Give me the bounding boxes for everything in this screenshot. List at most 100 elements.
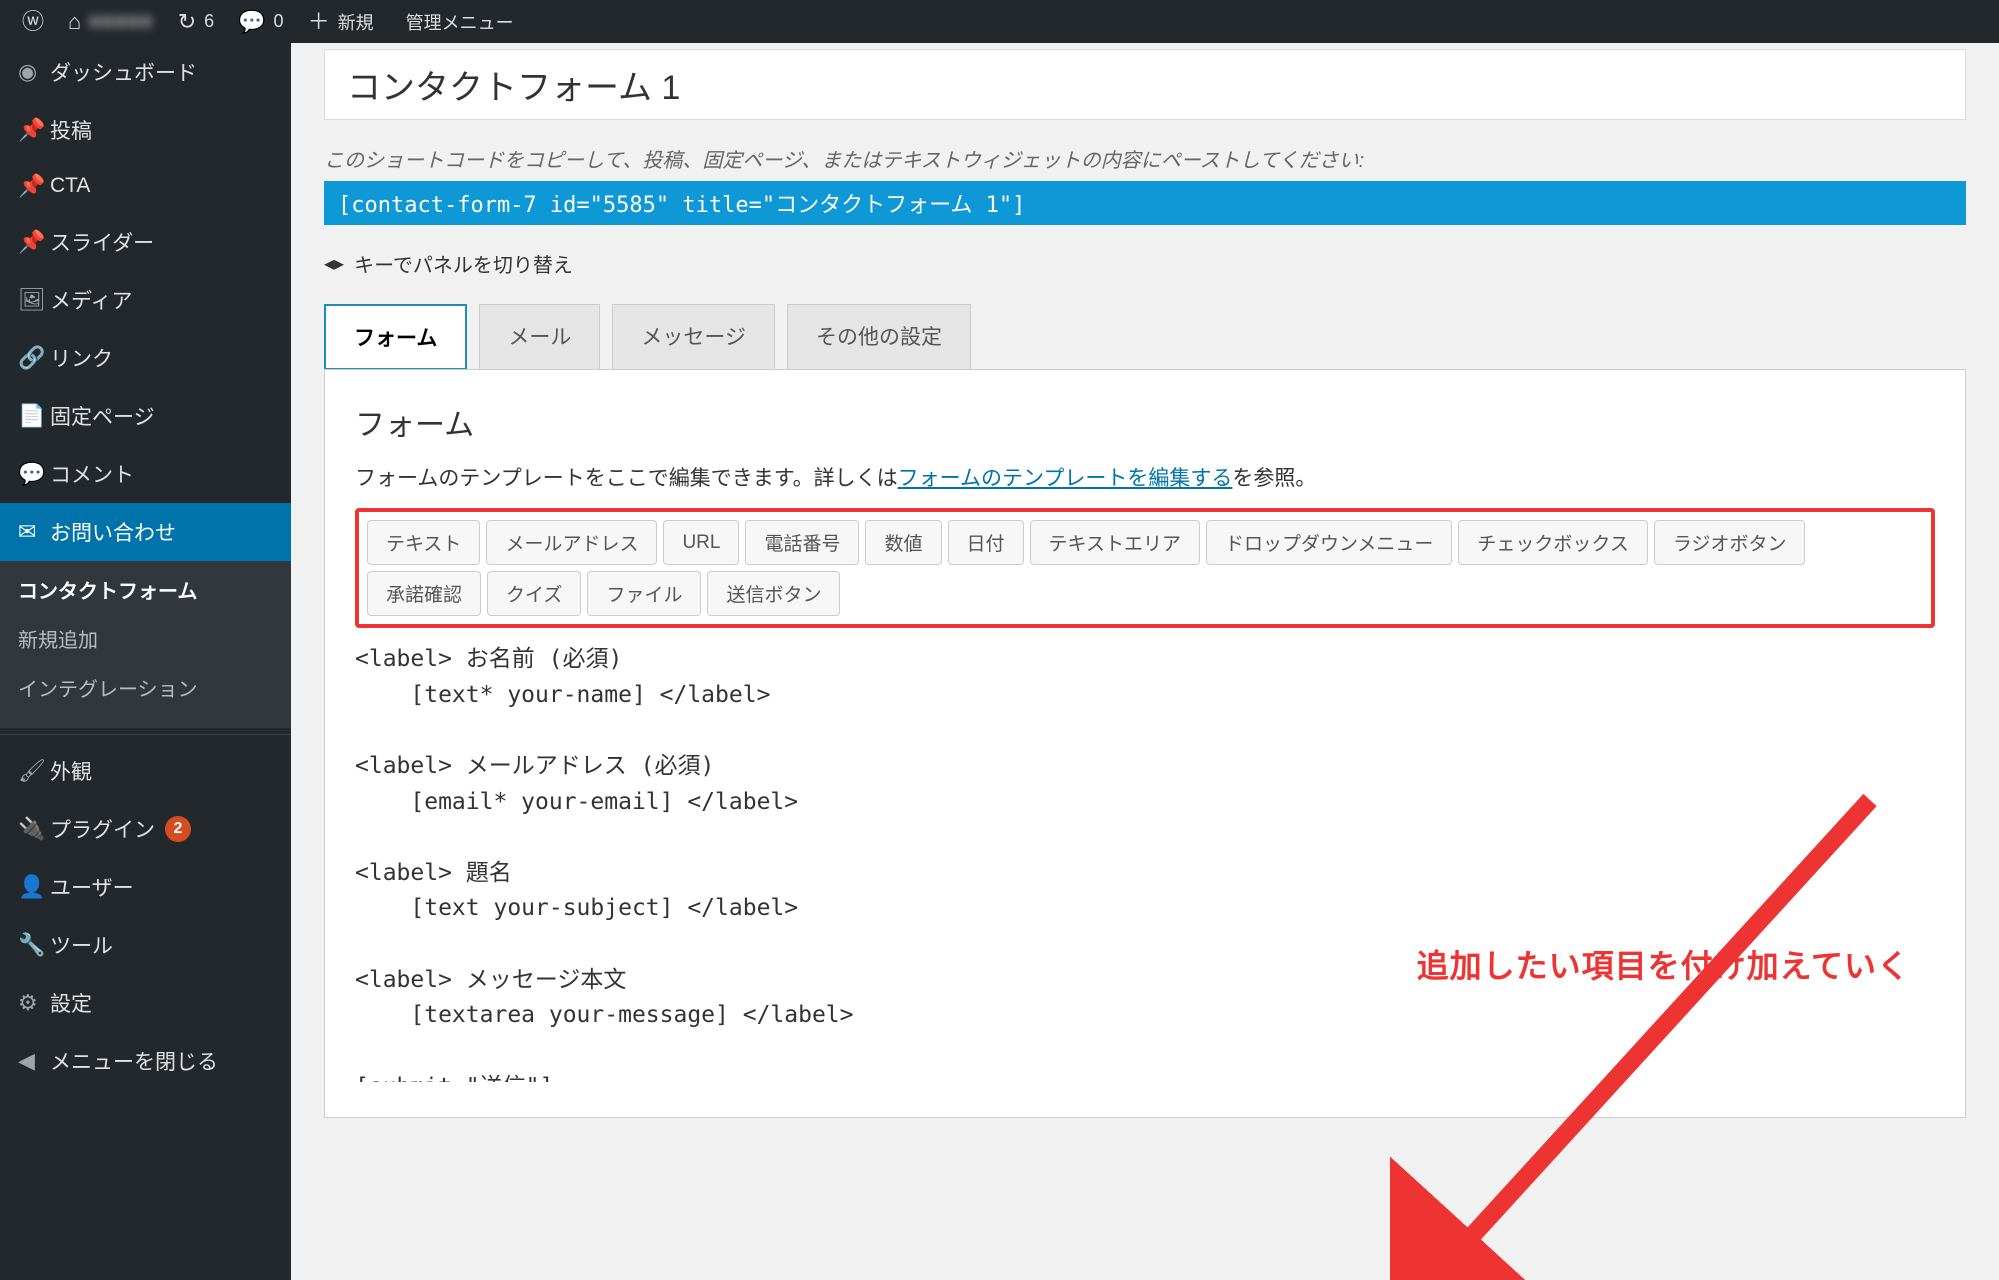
tag-button[interactable]: ラジオボタン [1654,520,1806,565]
sidebar-item-tool[interactable]: 🔧ツール [0,916,291,974]
sidebar-item-label: スライダー [50,227,154,257]
refresh-icon: ↻ [178,11,196,33]
shortcode-hint: このショートコードをコピーして、投稿、固定ページ、またはテキストウィジェットの内… [324,144,1966,173]
sidebar-item-label: 投稿 [50,115,92,145]
sidebar-item-pin[interactable]: 📌CTA [0,159,291,213]
tag-button[interactable]: URL [663,520,739,565]
home-icon: ⌂ [68,11,81,33]
tag-button[interactable]: 電話番号 [745,520,859,565]
admin-sidebar: ◉ダッシュボード📌投稿📌CTA📌スライダー🖼メディア🔗リンク📄固定ページ💬コメン… [0,43,291,1280]
sidebar-item-label: お問い合わせ [50,517,176,547]
site-home[interactable]: ⌂ ■■■■■ [56,0,166,43]
tab-0[interactable]: フォーム [324,304,467,370]
sidebar-item-label: ツール [50,930,113,960]
tag-button[interactable]: クイズ [487,571,581,616]
tag-button[interactable]: 数値 [865,520,941,565]
tag-button[interactable]: チェックボックス [1458,520,1647,565]
site-name-blurred: ■■■■■ [89,11,153,32]
sidebar-item-media[interactable]: 🖼メディア [0,271,291,329]
tag-button[interactable]: 送信ボタン [707,571,840,616]
tag-generator-box: テキストメールアドレスURL電話番号数値日付テキストエリアドロップダウンメニュー… [355,508,1935,628]
form-title-box: コンタクトフォーム 1 [324,49,1966,120]
new-content[interactable]: ＋ 新規 [296,0,386,43]
tool-icon: 🔧 [18,932,50,958]
page-title: コンタクトフォーム 1 [347,60,1943,109]
sidebar-item-label: ダッシュボード [50,57,197,87]
comment-icon: 💬 [238,11,265,33]
tag-button[interactable]: 承諾確認 [367,571,481,616]
page-icon: 📄 [18,403,50,429]
plus-icon: ＋ [308,11,330,33]
sidebar-item-pin[interactable]: 📌スライダー [0,213,291,271]
sidebar-item-label: コメント [50,459,134,489]
form-panel-desc: フォームのテンプレートをここで編集できます。詳しくはフォームのテンプレートを編集… [355,462,1935,492]
tag-button[interactable]: テキスト [367,520,480,565]
update-badge: 2 [165,816,191,842]
sidebar-item-collapse[interactable]: ◀メニューを閉じる [0,1032,291,1090]
sidebar-item-link[interactable]: 🔗リンク [0,329,291,387]
appearance-icon: 🖌 [18,758,50,784]
tag-button[interactable]: テキストエリア [1030,520,1200,565]
comment-icon: 💬 [18,461,50,487]
submenu-item[interactable]: 新規追加 [0,614,291,663]
content-area: コンタクトフォーム 1 このショートコードをコピーして、投稿、固定ページ、または… [291,43,1999,1280]
media-icon: 🖼 [18,287,50,313]
sidebar-item-label: メディア [50,285,133,315]
admin-menu-label: 管理メニュー [406,9,514,35]
form-panel-heading: フォーム [355,400,1935,444]
tab-2[interactable]: メッセージ [612,304,775,370]
tag-button[interactable]: ファイル [587,571,701,616]
panel-switch-hint: ◂▸ キーでパネルを切り替え [324,249,1966,278]
updates[interactable]: ↻ 6 [166,0,226,43]
tab-3[interactable]: その他の設定 [787,304,971,370]
collapse-icon: ◀ [18,1048,50,1074]
sidebar-item-mail[interactable]: ✉お問い合わせ [0,503,291,561]
form-panel: フォーム フォームのテンプレートをここで編集できます。詳しくはフォームのテンプレ… [324,369,1966,1118]
tab-1[interactable]: メール [479,304,600,370]
sidebar-item-label: 外観 [50,756,92,786]
submenu-item[interactable]: インテグレーション [0,663,291,712]
dashboard-icon: ◉ [18,59,50,85]
wordpress-icon: ⓦ [22,11,44,33]
sidebar-item-label: 設定 [50,988,92,1018]
pin-icon: 📌 [18,117,50,143]
shortcode-text: [contact-form-7 id="5585" title="コンタクトフォ… [338,193,1025,218]
mail-icon: ✉ [18,519,50,545]
arrows-icon: ◂▸ [324,251,344,276]
tabs: フォームメールメッセージその他の設定 [324,304,1966,370]
sidebar-item-settings[interactable]: ⚙設定 [0,974,291,1032]
form-template-help-link[interactable]: フォームのテンプレートを編集する [898,467,1233,490]
tag-button[interactable]: 日付 [948,520,1024,565]
admin-bar: ⓦ ⌂ ■■■■■ ↻ 6 💬 0 ＋ 新規 管理メニュー [0,0,1999,43]
sidebar-item-plugin[interactable]: 🔌プラグイン 2 [0,800,291,858]
tag-button[interactable]: ドロップダウンメニュー [1206,520,1452,565]
wp-logo[interactable]: ⓦ [10,0,56,43]
sidebar-item-comment[interactable]: 💬コメント [0,445,291,503]
sidebar-item-label: リンク [50,343,113,373]
user-icon: 👤 [18,874,50,900]
sidebar-item-label: CTA [50,174,90,198]
comments-count: 0 [274,11,284,32]
sidebar-item-appearance[interactable]: 🖌外観 [0,742,291,800]
submenu: コンタクトフォーム新規追加インテグレーション [0,561,291,728]
form-template-textarea[interactable] [355,642,1935,1082]
comments-ab[interactable]: 💬 0 [226,0,295,43]
sidebar-item-dashboard[interactable]: ◉ダッシュボード [0,43,291,101]
pin-icon: 📌 [18,229,50,255]
tag-button[interactable]: メールアドレス [486,520,657,565]
pin-icon: 📌 [18,173,50,199]
shortcode-box[interactable]: [contact-form-7 id="5585" title="コンタクトフォ… [324,181,1966,225]
admin-menu-link[interactable]: 管理メニュー [386,0,526,43]
link-icon: 🔗 [18,345,50,371]
plugin-icon: 🔌 [18,816,50,842]
settings-icon: ⚙ [18,990,50,1016]
new-label: 新規 [338,9,374,35]
sidebar-item-page[interactable]: 📄固定ページ [0,387,291,445]
sidebar-item-label: ユーザー [50,872,134,902]
sidebar-item-pin[interactable]: 📌投稿 [0,101,291,159]
submenu-item[interactable]: コンタクトフォーム [0,565,291,614]
sidebar-item-label: プラグイン [50,814,155,844]
sidebar-item-label: 固定ページ [50,401,155,431]
sidebar-item-label: メニューを閉じる [50,1046,218,1076]
sidebar-item-user[interactable]: 👤ユーザー [0,858,291,916]
